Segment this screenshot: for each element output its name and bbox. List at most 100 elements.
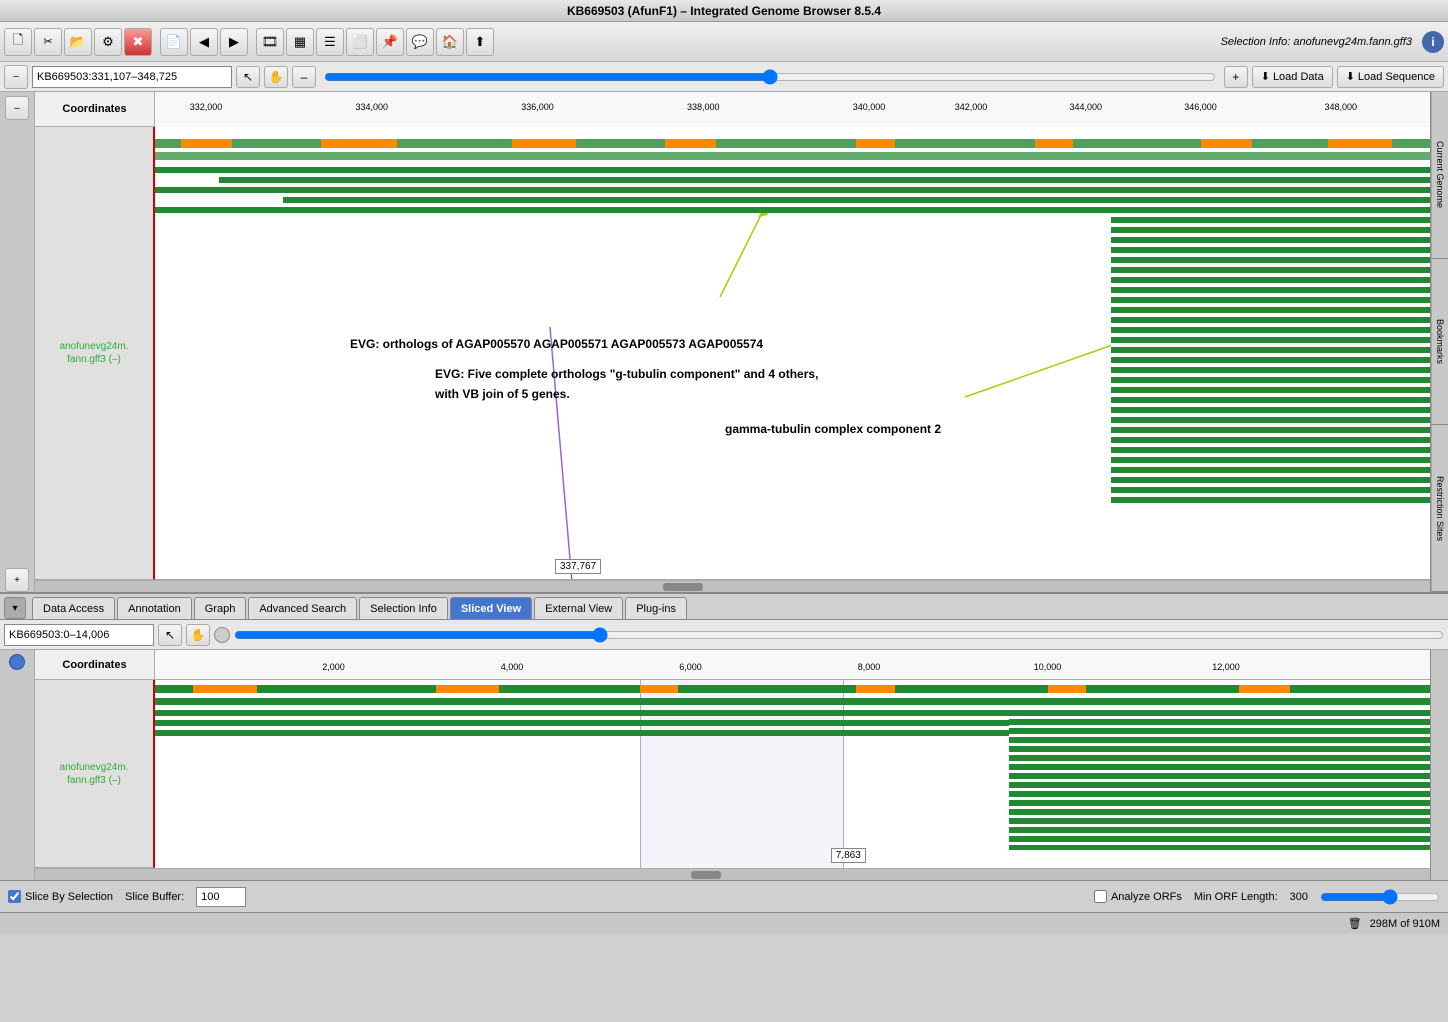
- tab-sliced-view[interactable]: Sliced View: [450, 597, 532, 619]
- toolbar-btn-square[interactable]: ⬜: [346, 28, 374, 56]
- toolbar-btn-new[interactable]: 🗋: [4, 28, 32, 56]
- gene-band-orange-7: [1201, 139, 1252, 148]
- slice-by-selection-label[interactable]: Slice By Selection: [8, 890, 113, 903]
- gene-band-orange-5: [856, 139, 894, 148]
- toolbar-btn-open[interactable]: 📂: [64, 28, 92, 56]
- gene-band-orange-8: [1328, 139, 1392, 148]
- sliced-orange-2: [436, 685, 500, 693]
- tab-plug-ins[interactable]: Plug-ins: [625, 597, 687, 619]
- info-button[interactable]: i: [1422, 31, 1444, 53]
- gene-band-orange-3: [512, 139, 576, 148]
- bookmarks-tab[interactable]: Bookmarks: [1431, 259, 1448, 426]
- toolbar-btn-comment[interactable]: 💬: [406, 28, 434, 56]
- toolbar-btn-grid[interactable]: ▦: [286, 28, 314, 56]
- gene-band-orange-1: [181, 139, 232, 148]
- load-sequence-icon: ⬇: [1346, 70, 1355, 83]
- toolbar-btn-close[interactable]: ✖: [124, 28, 152, 56]
- coordinate-input[interactable]: [32, 66, 232, 88]
- status-bar: 🗑 298M of 910M: [0, 912, 1448, 934]
- tab-selection-info[interactable]: Selection Info: [359, 597, 448, 619]
- orf-length-slider[interactable]: [1320, 889, 1440, 905]
- coordinates-track-label: Coordinates: [35, 92, 155, 127]
- toolbar-btn-up[interactable]: ⬆: [466, 28, 494, 56]
- annotation-label-3: with VB join of 5 genes.: [435, 387, 570, 401]
- sliced-cursor-btn[interactable]: ↖: [158, 624, 182, 646]
- toolbar-btn-back[interactable]: ◀: [190, 28, 218, 56]
- toolbar-btn-forward[interactable]: ▶: [220, 28, 248, 56]
- sliced-pan-btn[interactable]: ✋: [186, 624, 210, 646]
- coord-tick-334: 334,000: [355, 102, 388, 112]
- position-marker: 337,767: [555, 559, 601, 574]
- sliced-view-nav: ↖ ✋: [0, 620, 1448, 650]
- toolbar-btn-doc[interactable]: 📄: [160, 28, 188, 56]
- zoom-slider-container: [324, 66, 1216, 88]
- left-panel-expand-btn[interactable]: +: [5, 568, 29, 592]
- toolbar-btn-home[interactable]: 🏠: [436, 28, 464, 56]
- cursor-mode-btn[interactable]: ↖: [236, 66, 260, 88]
- left-panel: – +: [0, 92, 35, 592]
- tab-advanced-search[interactable]: Advanced Search: [248, 597, 357, 619]
- scroll-thumb[interactable]: [663, 583, 703, 591]
- current-genome-tab[interactable]: Current Genome: [1431, 92, 1448, 259]
- main-genome-view: – + Coordinates 332,000 334,000 336,000 …: [0, 92, 1448, 592]
- annotation-label-2: EVG: Five complete orthologs "g-tubulin …: [435, 367, 818, 381]
- nav-bar: – ↖ ✋ – + ⬇ Load Data ⬇ Load Sequence: [0, 62, 1448, 92]
- gene-band-orange-6: [1035, 139, 1073, 148]
- toolbar-btn-list[interactable]: ☰: [316, 28, 344, 56]
- sliced-zoom-slider[interactable]: [234, 627, 1444, 643]
- sliced-tick-10000: 10,000: [1034, 662, 1062, 672]
- zoom-slider[interactable]: [324, 69, 1216, 85]
- zoom-in-btn[interactable]: +: [1224, 66, 1248, 88]
- nav-collapse-btn[interactable]: –: [4, 65, 28, 89]
- genome-track-label-text: anofunevg24m.fann.gff3 (–): [60, 340, 129, 366]
- sliced-tick-6000: 6,000: [679, 662, 702, 672]
- sliced-track-area: Coordinates 2,000 4,000 6,000 8,000 10,0…: [35, 650, 1430, 880]
- tab-external-view[interactable]: External View: [534, 597, 623, 619]
- analyze-orfs-label[interactable]: Analyze ORFs: [1094, 890, 1182, 903]
- sliced-circle-btn[interactable]: [214, 627, 230, 643]
- sliced-coordinates-content: 2,000 4,000 6,000 8,000 10,000 12,000: [155, 650, 1430, 680]
- sliced-tick-8000: 8,000: [858, 662, 881, 672]
- selection-info-text: Selection Info: anofunevg24m.fann.gff3: [1221, 36, 1412, 48]
- toolbar-btn-film[interactable]: 🎞: [256, 28, 284, 56]
- coord-tick-344: 344,000: [1069, 102, 1102, 112]
- tab-bar: ▾ Data Access Annotation Graph Advanced …: [0, 592, 1448, 620]
- toolbar: 🗋 ✂ 📂 ⚙ ✖ 📄 ◀ ▶ 🎞 ▦ ☰ ⬜ 📌 💬 🏠 ⬆ Selectio…: [0, 22, 1448, 62]
- coordinate-ruler: 332,000 334,000 336,000 338,000 340,000 …: [155, 92, 1430, 127]
- min-orf-length-label: Min ORF Length:: [1194, 891, 1278, 903]
- toolbar-btn-settings[interactable]: ⚙: [94, 28, 122, 56]
- analyze-orfs-checkbox[interactable]: [1094, 890, 1107, 903]
- sliced-indicator: [9, 654, 25, 670]
- sliced-genome-track-row: anofunevg24m.fann.gff3 (–): [35, 680, 1430, 868]
- toolbar-btn-cut[interactable]: ✂: [34, 28, 62, 56]
- sliced-orange-5: [1048, 685, 1086, 693]
- tab-expand-button[interactable]: ▾: [4, 597, 26, 619]
- slice-by-selection-checkbox[interactable]: [8, 890, 21, 903]
- tab-annotation[interactable]: Annotation: [117, 597, 192, 619]
- sliced-slider-container: [234, 624, 1444, 646]
- slice-buffer-input[interactable]: [196, 887, 246, 907]
- sliced-horizontal-scrollbar[interactable]: [35, 868, 1430, 880]
- sliced-scroll-thumb[interactable]: [691, 871, 721, 879]
- sliced-genome-track-content[interactable]: 7,863: [155, 680, 1430, 868]
- selection-info-label: Selection Info: anofunevg24m.fann.gff3: [1221, 36, 1412, 48]
- restriction-sites-tab[interactable]: Restriction Sites: [1431, 425, 1448, 592]
- zoom-out-btn[interactable]: –: [292, 66, 316, 88]
- sliced-coordinates-label: Coordinates: [35, 650, 155, 680]
- horizontal-scrollbar[interactable]: [35, 580, 1430, 592]
- coordinates-track: Coordinates 332,000 334,000 336,000 338,…: [35, 92, 1430, 127]
- toolbar-btn-pin[interactable]: 📌: [376, 28, 404, 56]
- load-data-button[interactable]: ⬇ Load Data: [1252, 66, 1333, 88]
- left-panel-collapse-btn[interactable]: –: [5, 96, 29, 120]
- pan-mode-btn[interactable]: ✋: [264, 66, 288, 88]
- right-side-panel: Current Genome Bookmarks Restriction Sit…: [1430, 92, 1448, 592]
- track-area: Coordinates 332,000 334,000 336,000 338,…: [35, 92, 1430, 592]
- coord-tick-348: 348,000: [1324, 102, 1357, 112]
- tab-data-access[interactable]: Data Access: [32, 597, 115, 619]
- tab-graph[interactable]: Graph: [194, 597, 247, 619]
- window-title: KB669503 (AfunF1) – Integrated Genome Br…: [567, 4, 881, 18]
- annotation-label-4: gamma-tubulin complex component 2: [725, 422, 941, 436]
- load-sequence-button[interactable]: ⬇ Load Sequence: [1337, 66, 1444, 88]
- genome-track-content[interactable]: EVG: orthologs of AGAP005570 AGAP005571 …: [155, 127, 1430, 580]
- sliced-coordinate-input[interactable]: [4, 624, 154, 646]
